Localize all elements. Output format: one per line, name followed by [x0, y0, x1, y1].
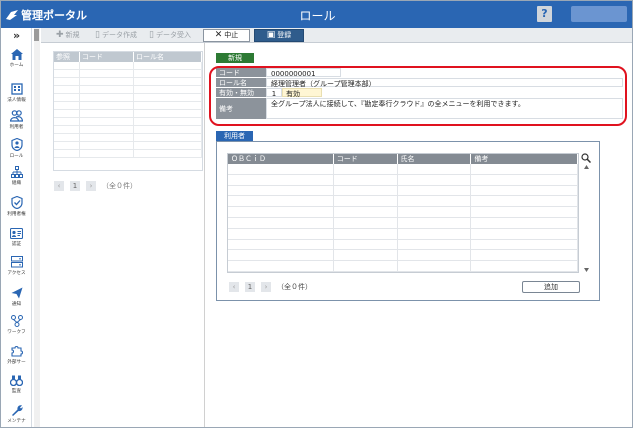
- role-list: 参照 コード ロール名: [53, 51, 203, 171]
- sidebar-item-home[interactable]: ホーム: [1, 47, 32, 81]
- org-icon: [10, 166, 23, 178]
- register-button[interactable]: ▣ 登録: [254, 29, 304, 42]
- toolbar: ✚ 新規 ▯ データ作成 ▯ データ受入 ✕ 中止 ▣ 登録: [41, 28, 632, 43]
- users-col-code[interactable]: コード: [334, 154, 398, 164]
- workflow-icon: [10, 315, 23, 327]
- list-col-name[interactable]: ロール名: [134, 52, 202, 62]
- prev-page-button[interactable]: ‹: [54, 181, 64, 191]
- sidebar-scrollbar[interactable]: [34, 28, 40, 427]
- table-row[interactable]: [228, 185, 578, 197]
- mode-tag: 新規: [216, 53, 254, 63]
- users-grid-scrollbar[interactable]: [583, 164, 590, 273]
- sidebar-item-organization[interactable]: 組織: [1, 164, 32, 198]
- table-row[interactable]: [228, 239, 578, 251]
- sidebar-collapse-button[interactable]: »: [1, 30, 32, 42]
- list-row[interactable]: [54, 110, 202, 118]
- list-row[interactable]: [54, 78, 202, 86]
- table-row[interactable]: [228, 196, 578, 208]
- users-col-note[interactable]: 備考: [471, 154, 579, 164]
- new-button[interactable]: ✚ 新規: [54, 29, 82, 42]
- list-row[interactable]: [54, 150, 202, 158]
- data-create-button[interactable]: ▯ データ作成: [93, 29, 139, 42]
- list-col-ref[interactable]: 参照: [54, 52, 80, 62]
- users-prev-page-button[interactable]: ‹: [229, 282, 239, 292]
- page-number[interactable]: 1: [70, 181, 80, 191]
- binoculars-icon: [10, 375, 23, 386]
- users-count: （全０件）: [277, 283, 312, 291]
- table-row[interactable]: [228, 228, 578, 240]
- close-icon: ✕: [214, 30, 223, 40]
- sidebar-item-access[interactable]: アクセス: [1, 254, 32, 288]
- list-row[interactable]: [54, 126, 202, 134]
- users-icon: [10, 110, 23, 122]
- sidebar-scroll-thumb[interactable]: [34, 29, 39, 41]
- table-row[interactable]: [228, 174, 578, 186]
- list-row[interactable]: [54, 86, 202, 94]
- app-window: 管理ポータル ロール ? » ホーム 法人情報 利用者 ロール 組織 利用者権 …: [0, 0, 633, 428]
- table-row[interactable]: [228, 207, 578, 218]
- users-pager: ‹ 1 › （全０件）: [229, 282, 312, 292]
- plus-icon: ✚: [56, 30, 64, 40]
- list-row[interactable]: [54, 134, 202, 142]
- sidebar: » ホーム 法人情報 利用者 ロール 組織 利用者権 認証 アクセス 通知 ワー…: [1, 28, 32, 427]
- list-row[interactable]: [54, 102, 202, 110]
- top-bar: 管理ポータル ロール ?: [1, 1, 632, 28]
- highlight-annotation: [209, 66, 627, 126]
- table-row[interactable]: [228, 261, 578, 272]
- sidebar-item-user-rights[interactable]: 利用者権: [1, 194, 32, 228]
- list-col-code[interactable]: コード: [80, 52, 134, 62]
- search-icon[interactable]: [581, 153, 591, 163]
- list-row[interactable]: [54, 142, 202, 150]
- users-grid: ＯＢＣｉＤ コード 氏名 備考: [227, 153, 579, 273]
- pane-divider: [204, 43, 205, 427]
- paper-plane-icon: [11, 287, 22, 299]
- table-row[interactable]: [228, 164, 578, 175]
- role-icon: [10, 138, 23, 151]
- users-grid-header: ＯＢＣｉＤ コード 氏名 備考: [228, 154, 579, 164]
- list-row[interactable]: [54, 70, 202, 78]
- import-icon: ▯: [149, 30, 154, 40]
- users-page-number[interactable]: 1: [245, 282, 255, 292]
- id-card-icon: [10, 228, 23, 239]
- cancel-button[interactable]: ✕ 中止: [203, 29, 250, 42]
- table-row[interactable]: [228, 217, 578, 229]
- home-icon: [10, 49, 23, 60]
- data-import-button[interactable]: ▯ データ受入: [147, 29, 193, 42]
- table-row[interactable]: [228, 250, 578, 262]
- list-row[interactable]: [54, 94, 202, 102]
- sidebar-item-external[interactable]: 外部サー: [1, 343, 32, 377]
- list-header: 参照 コード ロール名: [54, 52, 202, 62]
- users-next-page-button[interactable]: ›: [261, 282, 271, 292]
- list-pager: ‹ 1 › （全０件）: [54, 181, 137, 191]
- user-menu[interactable]: [571, 6, 627, 22]
- server-icon: [10, 256, 23, 268]
- sidebar-item-maintenance[interactable]: メンテナ: [1, 402, 32, 427]
- puzzle-icon: [10, 345, 23, 357]
- next-page-button[interactable]: ›: [86, 181, 96, 191]
- users-col-name[interactable]: 氏名: [398, 154, 472, 164]
- building-icon: [10, 83, 23, 95]
- list-count: （全０件）: [102, 182, 137, 190]
- shield-check-icon: [10, 196, 23, 209]
- document-icon: ▯: [95, 30, 100, 40]
- users-section-tag: 利用者: [216, 131, 253, 141]
- users-col-obcid[interactable]: ＯＢＣｉＤ: [228, 154, 334, 164]
- save-icon: ▣: [266, 30, 276, 40]
- add-user-button[interactable]: 追加: [522, 281, 580, 293]
- sidebar-item-workflow[interactable]: ワークフ: [1, 313, 32, 347]
- list-row[interactable]: [54, 62, 202, 70]
- help-button[interactable]: ?: [537, 6, 552, 22]
- list-row[interactable]: [54, 118, 202, 126]
- wrench-icon: [11, 405, 23, 416]
